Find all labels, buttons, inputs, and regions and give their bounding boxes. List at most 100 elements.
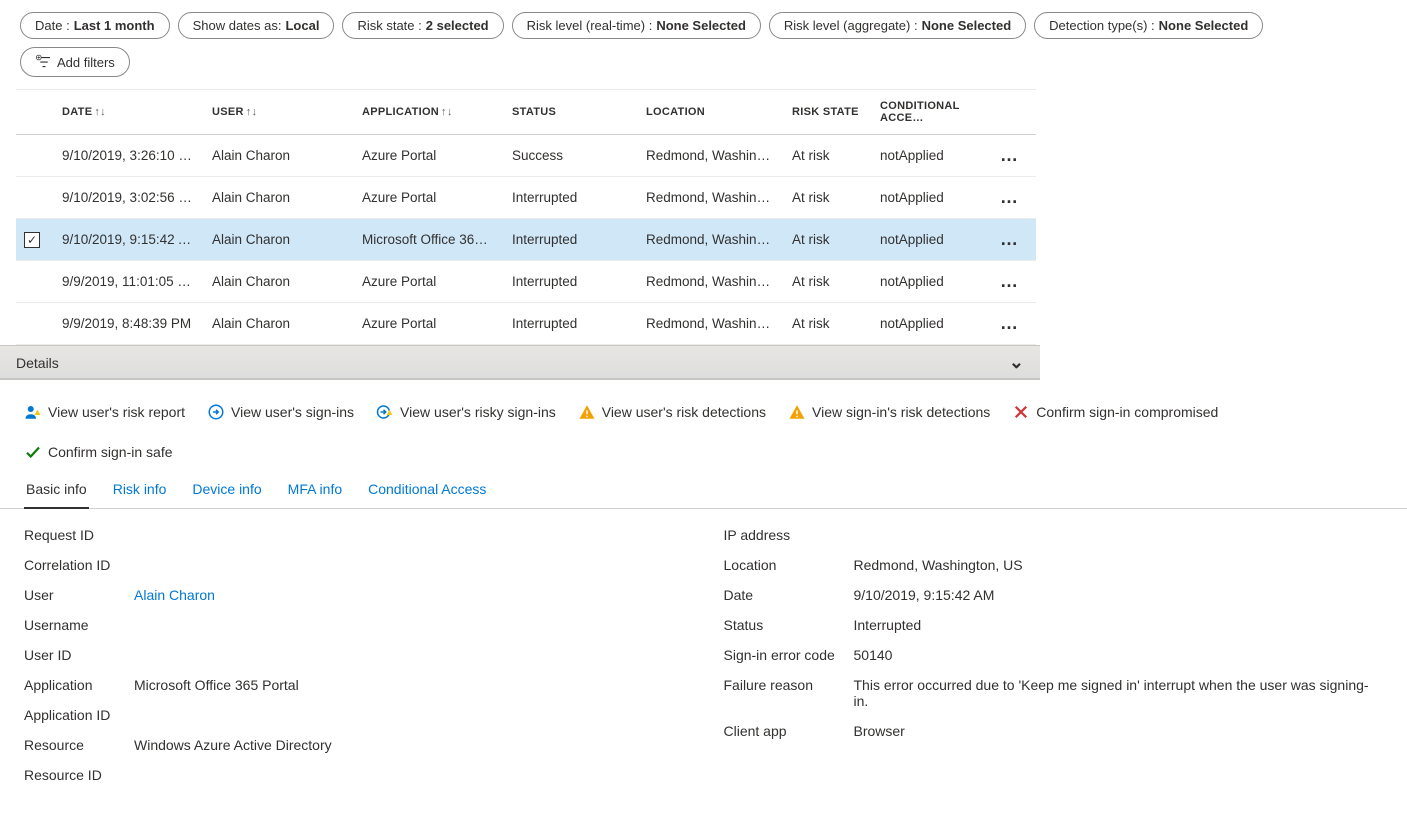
col-location[interactable]: Location <box>638 90 784 135</box>
cell-status: Success <box>504 135 638 177</box>
warning-icon <box>788 403 806 421</box>
cell-app: Microsoft Office 36… <box>354 219 504 261</box>
detail-panel: Request ID Correlation ID UserAlain Char… <box>0 509 1407 815</box>
value-application: Microsoft Office 365 Portal <box>134 677 299 693</box>
table-row[interactable]: 9/10/2019, 3:26:10 PMAlain CharonAzure P… <box>16 135 1036 177</box>
row-more-button[interactable]: … <box>1000 187 1019 207</box>
check-icon <box>24 443 42 461</box>
cell-date: 9/9/2019, 11:01:05 PM <box>54 261 204 303</box>
row-more-button[interactable]: … <box>1000 145 1019 165</box>
cell-risk: At risk <box>784 135 872 177</box>
signins-table: Date↑↓ User↑↓ Application↑↓ Status Locat… <box>16 89 1036 345</box>
cell-user: Alain Charon <box>204 303 354 345</box>
confirm-compromised-link[interactable]: Confirm sign-in compromised <box>1012 403 1218 421</box>
label-ip: IP address <box>724 527 854 543</box>
filter-value: 2 selected <box>426 18 489 33</box>
filter-label: Date : <box>35 18 70 33</box>
filter-label: Show dates as: <box>193 18 282 33</box>
value-location: Redmond, Washington, US <box>854 557 1023 573</box>
col-conditional-access[interactable]: Conditional Acce… <box>872 90 992 135</box>
details-title: Details <box>16 355 59 371</box>
value-user-link[interactable]: Alain Charon <box>134 587 215 603</box>
view-signin-risk-detections-link[interactable]: View sign-in's risk detections <box>788 403 990 421</box>
table-row[interactable]: 9/10/2019, 3:02:56 P…Alain CharonAzure P… <box>16 177 1036 219</box>
value-error-code: 50140 <box>854 647 893 663</box>
cell-date: 9/10/2019, 9:15:42 A… <box>54 219 204 261</box>
view-risky-signins-link[interactable]: View user's risky sign-ins <box>376 403 556 421</box>
cell-status: Interrupted <box>504 261 638 303</box>
filter-bar: Date : Last 1 month Show dates as: Local… <box>0 0 1407 47</box>
cell-cond: notApplied <box>872 177 992 219</box>
cell-user: Alain Charon <box>204 261 354 303</box>
add-filters-button[interactable]: Add filters <box>20 47 130 77</box>
confirm-safe-link[interactable]: Confirm sign-in safe <box>24 443 173 461</box>
tab-conditional-access[interactable]: Conditional Access <box>366 475 488 508</box>
filter-value: Local <box>285 18 319 33</box>
tab-risk-info[interactable]: Risk info <box>111 475 169 508</box>
label-failure-reason: Failure reason <box>724 677 854 693</box>
view-user-risk-detections-link[interactable]: View user's risk detections <box>578 403 766 421</box>
row-more-button[interactable]: … <box>1000 271 1019 291</box>
cell-user: Alain Charon <box>204 177 354 219</box>
cell-status: Interrupted <box>504 219 638 261</box>
col-risk-state[interactable]: Risk State <box>784 90 872 135</box>
filter-detection-type[interactable]: Detection type(s) : None Selected <box>1034 12 1263 39</box>
view-signins-link[interactable]: View user's sign-ins <box>207 403 354 421</box>
table-row[interactable]: 9/9/2019, 8:48:39 PMAlain CharonAzure Po… <box>16 303 1036 345</box>
cell-app: Azure Portal <box>354 135 504 177</box>
value-client-app: Browser <box>854 723 905 739</box>
details-action-bar: View user's risk report View user's sign… <box>0 385 1407 471</box>
row-checkbox[interactable]: ✓ <box>24 232 40 248</box>
label-correlation-id: Correlation ID <box>24 557 134 573</box>
view-risk-report-link[interactable]: View user's risk report <box>24 403 185 421</box>
signin-icon <box>207 403 225 421</box>
detail-col-left: Request ID Correlation ID UserAlain Char… <box>24 527 684 797</box>
filter-risk-aggregate[interactable]: Risk level (aggregate) : None Selected <box>769 12 1026 39</box>
cell-risk: At risk <box>784 177 872 219</box>
cell-cond: notApplied <box>872 261 992 303</box>
label-location: Location <box>724 557 854 573</box>
sort-icon: ↑↓ <box>441 106 453 118</box>
cell-app: Azure Portal <box>354 303 504 345</box>
filter-label: Risk level (real-time) : <box>527 18 653 33</box>
label-client-app: Client app <box>724 723 854 739</box>
filter-label: Risk level (aggregate) : <box>784 18 918 33</box>
label-request-id: Request ID <box>24 527 134 543</box>
cell-risk: At risk <box>784 219 872 261</box>
value-failure-reason: This error occurred due to 'Keep me sign… <box>854 677 1384 709</box>
cell-cond: notApplied <box>872 135 992 177</box>
details-header-bar[interactable]: Details ⌄ <box>0 345 1040 380</box>
filter-date[interactable]: Date : Last 1 month <box>20 12 170 39</box>
tab-device-info[interactable]: Device info <box>190 475 263 508</box>
filter-risk-state[interactable]: Risk state : 2 selected <box>342 12 503 39</box>
details-tabs: Basic info Risk info Device info MFA inf… <box>0 471 1407 509</box>
col-user[interactable]: User↑↓ <box>204 90 354 135</box>
user-risk-icon <box>24 403 42 421</box>
cell-location: Redmond, Washing… <box>638 177 784 219</box>
tab-mfa-info[interactable]: MFA info <box>286 475 344 508</box>
table-row[interactable]: ✓9/10/2019, 9:15:42 A…Alain CharonMicros… <box>16 219 1036 261</box>
row-more-button[interactable]: … <box>1000 229 1019 249</box>
cell-location: Redmond, Washing… <box>638 303 784 345</box>
cell-date: 9/10/2019, 3:02:56 P… <box>54 177 204 219</box>
col-status[interactable]: Status <box>504 90 638 135</box>
cell-date: 9/9/2019, 8:48:39 PM <box>54 303 204 345</box>
tab-basic-info[interactable]: Basic info <box>24 475 89 509</box>
label-status: Status <box>724 617 854 633</box>
label-username: Username <box>24 617 134 633</box>
cell-location: Redmond, Washing… <box>638 219 784 261</box>
row-more-button[interactable]: … <box>1000 313 1019 333</box>
table-row[interactable]: 9/9/2019, 11:01:05 PMAlain CharonAzure P… <box>16 261 1036 303</box>
cell-risk: At risk <box>784 261 872 303</box>
col-date[interactable]: Date↑↓ <box>54 90 204 135</box>
cell-cond: notApplied <box>872 303 992 345</box>
filter-label: Detection type(s) : <box>1049 18 1155 33</box>
x-icon <box>1012 403 1030 421</box>
filter-show-dates[interactable]: Show dates as: Local <box>178 12 335 39</box>
filter-risk-realtime[interactable]: Risk level (real-time) : None Selected <box>512 12 761 39</box>
label-resource: Resource <box>24 737 134 753</box>
filter-value: Last 1 month <box>74 18 155 33</box>
cell-app: Azure Portal <box>354 177 504 219</box>
col-application[interactable]: Application↑↓ <box>354 90 504 135</box>
label-resource-id: Resource ID <box>24 767 134 783</box>
